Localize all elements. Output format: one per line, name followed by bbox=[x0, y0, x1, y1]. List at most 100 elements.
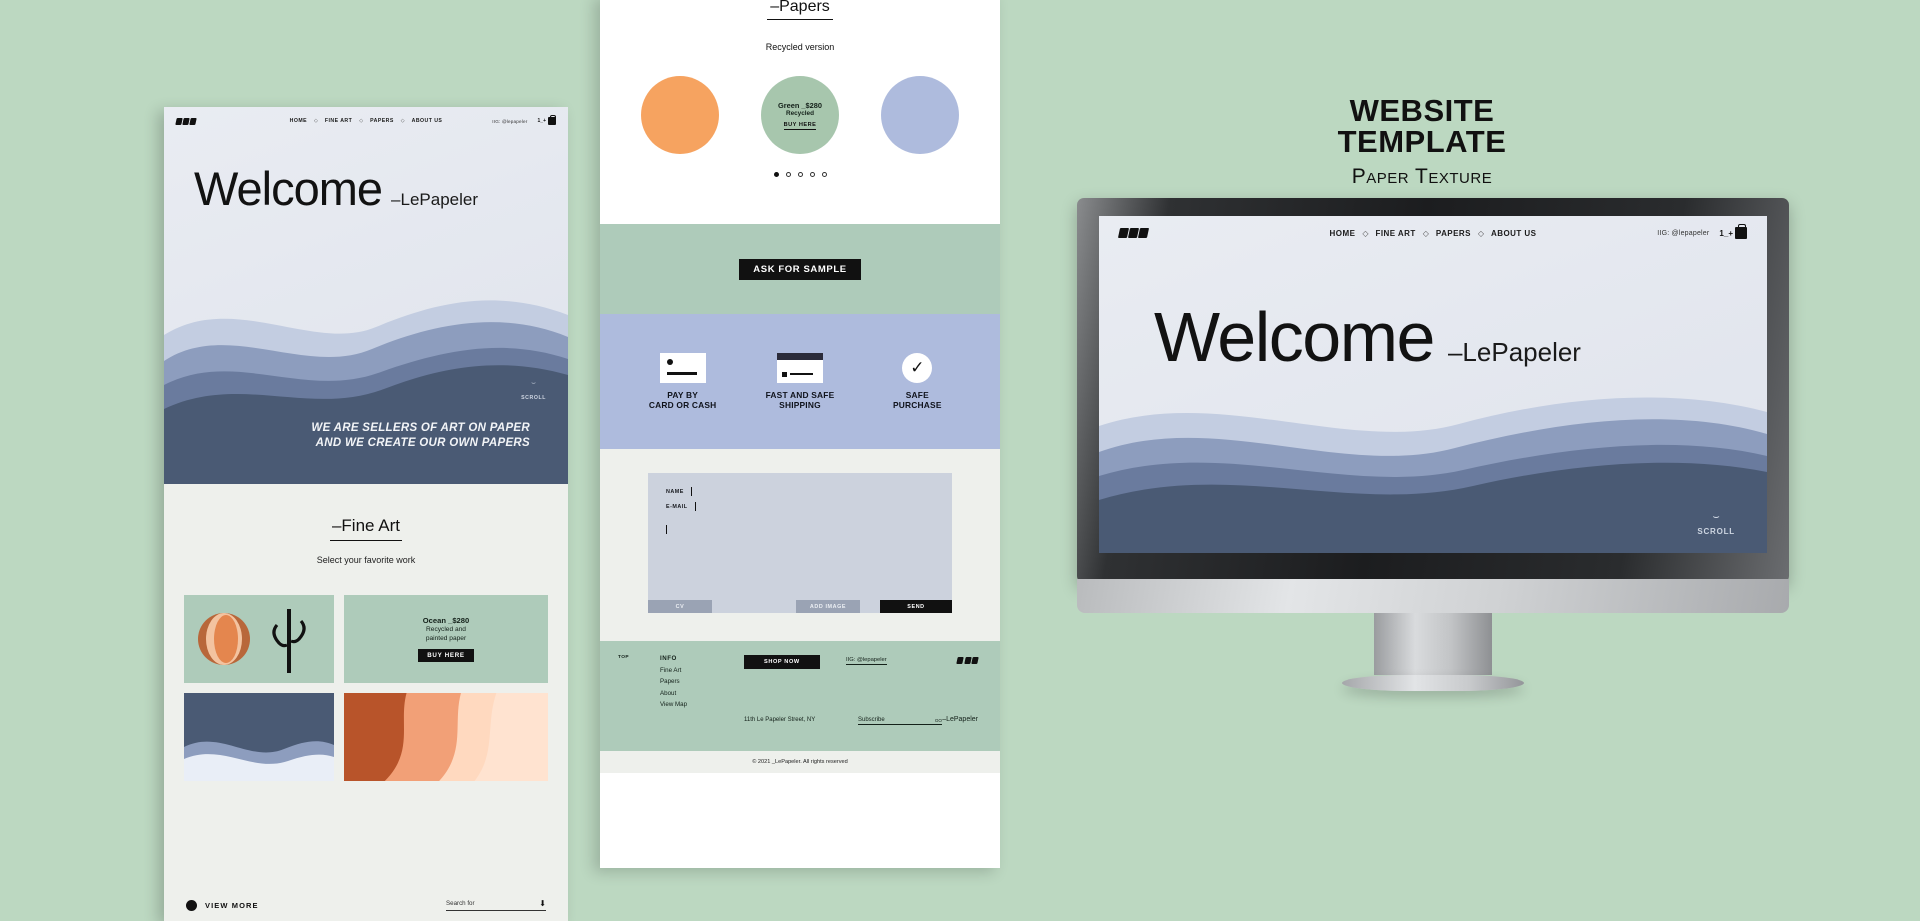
nav-link-fine-art[interactable]: FINE ART bbox=[1376, 229, 1416, 238]
hero-title-word: Welcome bbox=[194, 162, 383, 215]
nav-link-home[interactable]: HOME bbox=[290, 118, 307, 124]
name-field-row[interactable]: NAME bbox=[666, 487, 934, 496]
send-button[interactable]: SEND bbox=[880, 600, 952, 613]
paper-swatch-blue[interactable] bbox=[881, 76, 959, 155]
feature-safe-purchase: ✓ SAFE PURCHASE bbox=[867, 352, 967, 411]
email-field-row[interactable]: E-MAIL bbox=[666, 502, 934, 511]
nav-utilities: IIG: @lepapeler 1_+ bbox=[492, 114, 556, 125]
diamond-separator-icon: ◇ bbox=[314, 118, 318, 124]
diamond-separator-icon: ◇ bbox=[1422, 228, 1429, 238]
cv-button[interactable]: CV bbox=[648, 600, 712, 613]
scroll-indicator[interactable]: ⌣ SCROLL bbox=[1697, 511, 1735, 539]
carousel-dots[interactable] bbox=[600, 172, 1000, 178]
cart-button[interactable]: 1_+ bbox=[538, 114, 556, 125]
search-placeholder: Search for bbox=[446, 900, 475, 907]
feature-label-line2: CARD OR CASH bbox=[648, 400, 717, 410]
hero-title: Welcome –LePapeler bbox=[1154, 302, 1581, 372]
monitor-chin bbox=[1077, 579, 1789, 613]
scroll-label: SCROLL bbox=[521, 395, 546, 401]
name-label: NAME bbox=[666, 488, 684, 495]
footer-links: INFO Fine Art Papers About View Map bbox=[660, 655, 687, 713]
nav-link-papers[interactable]: PAPERS bbox=[1436, 229, 1471, 238]
fine-art-section: –Fine Art Select your favorite work bbox=[164, 484, 568, 565]
view-more-button[interactable]: VIEW MORE bbox=[186, 899, 259, 911]
feature-fast-safe-shipping: FAST AND SAFE SHIPPING bbox=[750, 352, 850, 411]
fine-art-title: –Fine Art bbox=[331, 516, 401, 535]
poster-title-block: WEBSITE TEMPLATE Paper Texture bbox=[1262, 95, 1582, 189]
footer-link-view-map[interactable]: View Map bbox=[660, 701, 687, 708]
subscribe-label: Subscribe bbox=[858, 716, 885, 723]
monitor-stand-neck bbox=[1374, 613, 1492, 675]
diamond-separator-icon: ◇ bbox=[1477, 228, 1485, 238]
buy-here-button[interactable]: BUY HERE bbox=[783, 122, 817, 130]
mockup-page-home: HOME ◇ FINE ART ◇ PAPERS ◇ ABOUT US IIG:… bbox=[164, 107, 568, 921]
monitor-stand-base bbox=[1342, 675, 1524, 691]
feature-label-line1: PAY BY bbox=[667, 389, 699, 400]
product-desc-line2: painted paper bbox=[425, 634, 467, 642]
footer-link-papers[interactable]: Papers bbox=[660, 678, 687, 685]
hero-wave-illustration bbox=[1099, 368, 1767, 553]
art-tile-ocean-card[interactable]: Ocean _$280 Recycled and painted paper B… bbox=[344, 595, 548, 684]
carousel-dot-3[interactable] bbox=[797, 172, 803, 178]
instagram-handle[interactable]: IIG: @lepapeler bbox=[1657, 230, 1709, 237]
ask-for-sample-button[interactable]: ASK FOR SAMPLE bbox=[739, 258, 861, 280]
subscribe-input[interactable]: Subscribe GO bbox=[858, 716, 942, 725]
add-image-button[interactable]: ADD IMAGE bbox=[796, 600, 860, 613]
nav-link-about-us[interactable]: ABOUT US bbox=[412, 118, 443, 124]
search-input[interactable]: Search for ⬇ bbox=[446, 899, 546, 911]
hero-title: Welcome –LePapeler bbox=[194, 165, 478, 212]
paper-swatch-list: Green _$280 Recycled BUY HERE bbox=[600, 76, 1000, 155]
feature-label-line2: SHIPPING bbox=[779, 400, 821, 410]
cart-button[interactable]: 1_+ bbox=[1719, 223, 1747, 239]
navbar: HOME ◇ FINE ART ◇ PAPERS ◇ ABOUT US IIG:… bbox=[164, 107, 568, 135]
art-tile-navy-wave[interactable] bbox=[184, 693, 334, 782]
subscribe-go-button[interactable]: GO bbox=[935, 718, 942, 723]
carousel-dot-1[interactable] bbox=[773, 172, 779, 178]
carousel-dot-5[interactable] bbox=[821, 172, 827, 178]
shop-now-button[interactable]: SHOP NOW bbox=[744, 655, 820, 669]
art-tile-cactus[interactable] bbox=[184, 595, 334, 684]
instagram-handle[interactable]: IIG: @lepapeler bbox=[492, 119, 527, 124]
credit-card-icon bbox=[633, 352, 733, 383]
triple-diamond-logo-icon[interactable] bbox=[956, 657, 979, 664]
triple-diamond-logo-icon[interactable] bbox=[175, 117, 197, 125]
nav-link-about-us[interactable]: ABOUT US bbox=[1491, 229, 1536, 238]
footer-link-about[interactable]: About bbox=[660, 690, 687, 697]
footer-link-fine-art[interactable]: Fine Art bbox=[660, 667, 687, 674]
art-tile-rust-curve[interactable] bbox=[344, 693, 548, 782]
footer-instagram-handle[interactable]: IIG: @lepapeler bbox=[846, 657, 887, 665]
nav-utilities: IIG: @lepapeler 1_+ bbox=[1657, 223, 1747, 239]
scroll-arc-icon: ⌣ bbox=[1712, 511, 1720, 523]
desktop-monitor-mockup: HOME ◇ FINE ART ◇ PAPERS ◇ ABOUT US IIG:… bbox=[1077, 198, 1789, 691]
fine-art-grid: Ocean _$280 Recycled and painted paper B… bbox=[184, 595, 548, 782]
buy-here-button[interactable]: BUY HERE bbox=[418, 649, 474, 663]
message-field-row[interactable] bbox=[666, 525, 934, 534]
check-circle-icon: ✓ bbox=[867, 352, 967, 383]
download-arrow-icon: ⬇ bbox=[539, 899, 546, 908]
text-caret bbox=[666, 525, 667, 534]
triple-diamond-logo-icon[interactable] bbox=[1117, 228, 1150, 238]
nav-link-home[interactable]: HOME bbox=[1330, 229, 1356, 238]
monitor-bezel: HOME ◇ FINE ART ◇ PAPERS ◇ ABOUT US IIG:… bbox=[1077, 198, 1789, 583]
scroll-indicator[interactable]: ⌣ SCROLL bbox=[521, 380, 546, 404]
nav-link-papers[interactable]: PAPERS bbox=[370, 118, 394, 124]
papers-title: –Papers bbox=[770, 0, 830, 15]
feature-pay-by-card: PAY BY CARD OR CASH bbox=[633, 352, 733, 411]
shopping-bag-icon bbox=[548, 114, 556, 125]
poster-title: WEBSITE TEMPLATE bbox=[1337, 93, 1507, 159]
carousel-dot-2[interactable] bbox=[785, 172, 791, 178]
papers-subtitle: Recycled version bbox=[765, 42, 835, 53]
contact-form-section: NAME E-MAIL CV ADD IMAGE SEND bbox=[600, 449, 1000, 641]
product-description: Recycled and painted paper bbox=[426, 626, 466, 643]
paper-swatch-orange[interactable] bbox=[641, 76, 719, 155]
papers-section: –Papers Recycled version Green _$280 Rec… bbox=[600, 0, 1000, 224]
monitor-screen: HOME ◇ FINE ART ◇ PAPERS ◇ ABOUT US IIG:… bbox=[1099, 216, 1767, 553]
hero-tagline-line1: WE ARE SELLERS OF ART ON PAPER bbox=[311, 422, 530, 435]
carousel-dot-4[interactable] bbox=[809, 172, 815, 178]
fine-art-subtitle: Select your favorite work bbox=[316, 555, 416, 566]
paper-swatch-green[interactable]: Green _$280 Recycled BUY HERE bbox=[761, 76, 839, 155]
sample-banner: ASK FOR SAMPLE bbox=[600, 224, 1000, 314]
nav-link-fine-art[interactable]: FINE ART bbox=[325, 118, 352, 124]
scroll-arc-icon: ⌣ bbox=[531, 380, 536, 387]
hero-tagline-line2: AND WE CREATE OUR OWN PAPERS bbox=[315, 436, 530, 449]
